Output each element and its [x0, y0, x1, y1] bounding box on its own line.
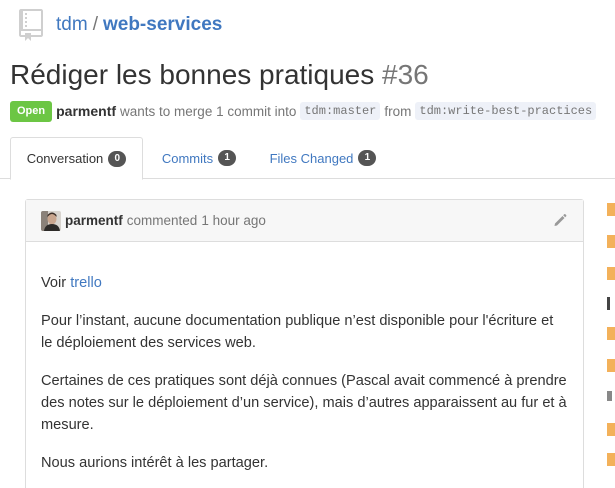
- trello-link[interactable]: trello: [70, 275, 102, 291]
- pr-tabs: Conversation 0 Commits 1 Files Changed 1: [0, 137, 615, 180]
- tab-conversation-counter: 0: [108, 150, 127, 167]
- comment-timestamp[interactable]: 1 hour ago: [201, 213, 266, 228]
- sidebar-edge-mark: [607, 203, 615, 216]
- comment-author-link[interactable]: parmentf: [65, 213, 123, 228]
- sidebar-edge-mark: [607, 235, 615, 248]
- pencil-icon[interactable]: [553, 213, 567, 227]
- sidebar-edge-mark: [607, 453, 615, 466]
- repo-path: tdm / web-services: [56, 5, 222, 45]
- sidebar-edge: [607, 195, 615, 488]
- repo-owner-link[interactable]: tdm: [56, 14, 88, 35]
- pr-title: Rédiger les bonnes pratiques #36: [10, 56, 429, 94]
- tab-commits-counter: 1: [218, 150, 237, 166]
- sidebar-edge-mark: [607, 267, 615, 280]
- repo-header: tdm / web-services: [18, 5, 222, 45]
- tab-conversation[interactable]: Conversation 0: [10, 137, 143, 180]
- sidebar-edge-mark: [607, 423, 615, 436]
- comment-paragraph-1: Voir trello: [41, 272, 568, 294]
- comment-body: Voir trello Pour l’instant, aucune docum…: [26, 242, 583, 474]
- tab-conversation-label: Conversation: [26, 151, 104, 166]
- tab-files-changed[interactable]: Files Changed 1: [260, 137, 386, 179]
- comment-paragraph-4: Nous aurions intérêt à les partager.: [41, 455, 269, 471]
- status-badge: Open: [10, 100, 53, 122]
- pr-title-text: Rédiger les bonnes pratiques: [10, 59, 375, 90]
- tab-files-changed-counter: 1: [358, 150, 377, 166]
- tab-commits-label: Commits: [161, 150, 214, 166]
- sidebar-edge-mark: [607, 327, 615, 340]
- tab-commits[interactable]: Commits 1: [150, 137, 248, 179]
- pr-number: #36: [382, 59, 429, 90]
- pr-action-text: wants to merge 1 commit into: [120, 103, 297, 119]
- tab-files-changed-label: Files Changed: [269, 150, 354, 166]
- head-branch: tdm:write-best-practices: [415, 102, 597, 120]
- avatar[interactable]: [41, 210, 61, 231]
- comment-paragraph-2: Pour l’instant, aucune documentation pub…: [41, 313, 554, 351]
- comment-paragraph-3: Certaines de ces pratiques sont déjà con…: [41, 373, 567, 433]
- comment-header: parmentf commented 1 hour ago: [26, 200, 583, 242]
- base-branch: tdm:master: [300, 102, 381, 120]
- sidebar-edge-mark: [607, 359, 615, 372]
- comment-p1-text: Voir: [41, 275, 71, 291]
- comment: parmentf commented 1 hour ago Voir trell…: [25, 199, 584, 488]
- sidebar-edge-mark: [607, 391, 612, 401]
- repo-icon: [19, 9, 43, 41]
- repo-name-link[interactable]: web-services: [103, 14, 222, 35]
- repo-path-separator: /: [92, 14, 98, 35]
- pr-from-text: from: [384, 103, 412, 119]
- pr-author-link[interactable]: parmentf: [56, 103, 116, 119]
- comment-action: commented: [126, 213, 198, 228]
- sidebar-edge-mark: [607, 297, 610, 310]
- pr-meta: Open parmentf wants to merge 1 commit in…: [10, 100, 600, 122]
